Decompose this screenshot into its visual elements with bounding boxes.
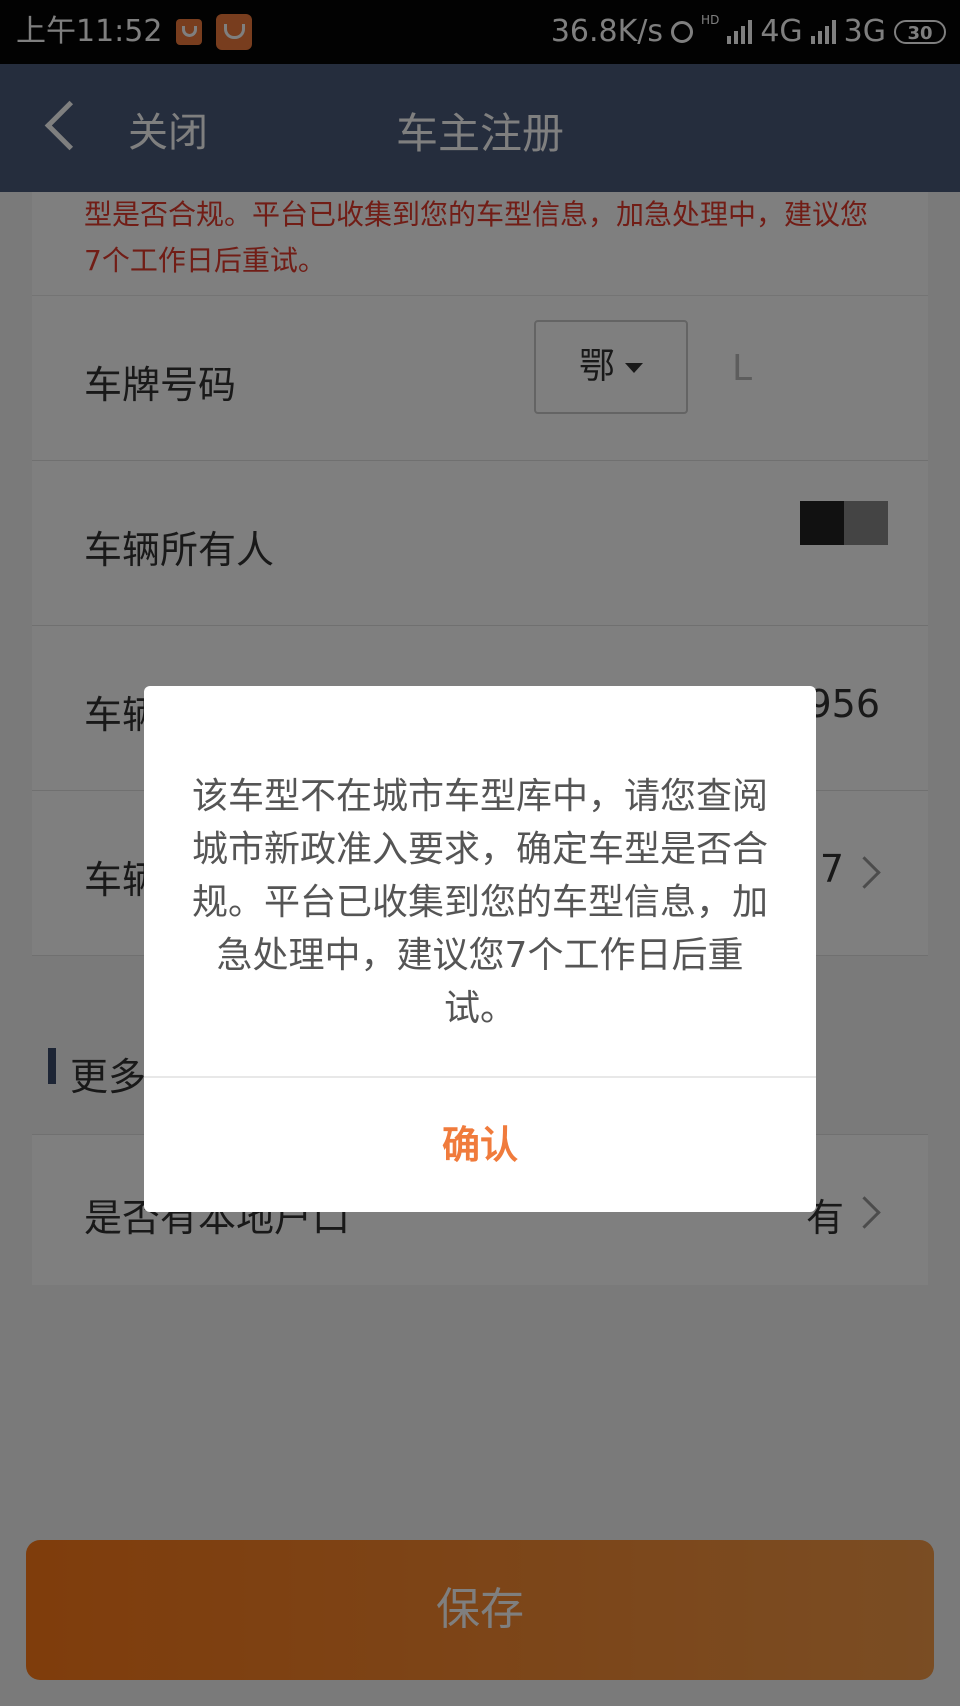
dialog-message: 该车型不在城市车型库中，请您查阅城市新政准入要求，确定车型是否合规。平台已收集到… [191, 776, 768, 1029]
confirm-button[interactable]: 确认 [144, 1078, 816, 1212]
alert-dialog: 该车型不在城市车型库中，请您查阅城市新政准入要求，确定车型是否合规。平台已收集到… [144, 686, 816, 1212]
